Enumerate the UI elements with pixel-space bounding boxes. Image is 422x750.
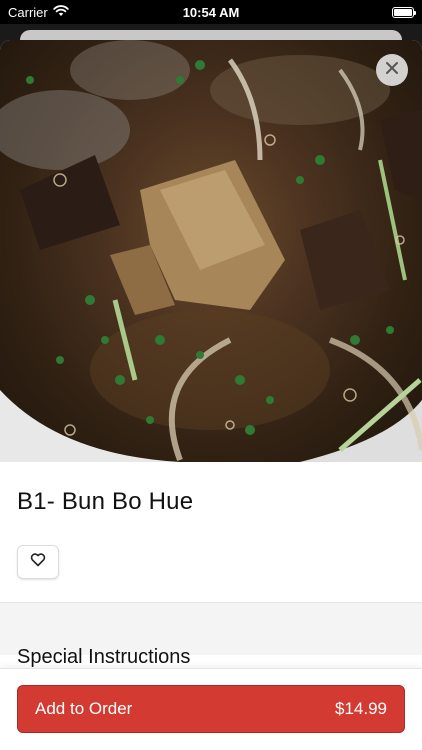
favorite-button[interactable]	[17, 545, 59, 579]
add-to-order-label: Add to Order	[35, 699, 133, 718]
battery-icon	[392, 6, 416, 18]
close-button[interactable]	[376, 54, 408, 86]
status-bar: Carrier 10:54 AM	[0, 0, 422, 24]
price-label: $14.99	[335, 699, 387, 718]
status-left: Carrier	[8, 5, 69, 20]
wifi-icon	[53, 4, 69, 20]
item-title: B1- Bun Bo Hue	[17, 488, 194, 515]
food-photo-illustration	[0, 40, 422, 462]
close-icon	[384, 60, 400, 81]
food-photo	[0, 40, 422, 462]
carrier-label: Carrier	[8, 4, 48, 20]
heart-icon	[30, 552, 46, 572]
item-detail-sheet: B1- Bun Bo Hue Special Instructions Add …	[0, 40, 422, 750]
order-footer: Add to Order $14.99	[0, 668, 422, 750]
add-to-order-button[interactable]: Add to Order $14.99	[17, 685, 405, 733]
special-instructions-heading: Special Instructions	[17, 646, 191, 668]
